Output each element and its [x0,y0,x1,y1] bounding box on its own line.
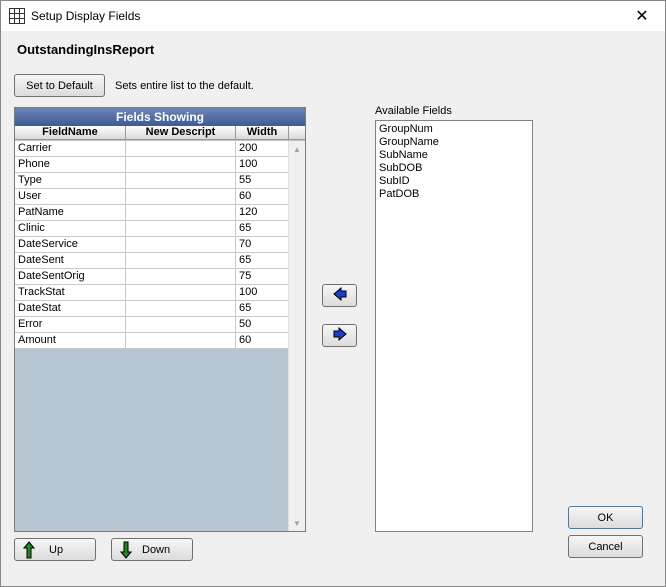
table-row[interactable]: DateStat 65 [15,301,289,317]
list-item[interactable]: GroupName [379,136,529,149]
window-title: Setup Display Fields [31,9,141,23]
cell-width[interactable]: 100 [236,285,289,300]
setup-display-fields-window: Setup Display Fields ✕ OutstandingInsRep… [0,0,666,587]
list-item[interactable]: SubDOB [379,162,529,175]
cell-new-descript[interactable] [126,173,236,188]
cell-width[interactable]: 70 [236,237,289,252]
scroll-down-arrow-icon[interactable]: ▼ [289,515,305,531]
cell-fieldname[interactable]: DateService [15,237,126,252]
set-to-default-description: Sets entire list to the default. [115,80,254,92]
table-row[interactable]: Type 55 [15,173,289,189]
available-fields-label: Available Fields [375,105,452,117]
cell-new-descript[interactable] [126,333,236,348]
cell-fieldname[interactable]: DateSent [15,253,126,268]
table-row[interactable]: User 60 [15,189,289,205]
ok-button[interactable]: OK [568,506,643,529]
column-header-width[interactable]: Width [236,126,289,139]
table-row[interactable]: Carrier 200 [15,141,289,157]
table-row[interactable]: Clinic 65 [15,221,289,237]
cell-fieldname[interactable]: Phone [15,157,126,172]
move-left-button[interactable] [322,284,357,307]
table-row[interactable]: Amount 60 [15,333,289,349]
title-bar: Setup Display Fields ✕ [1,1,665,31]
down-label: Down [142,543,171,556]
cell-width[interactable]: 200 [236,141,289,156]
cancel-button[interactable]: Cancel [568,535,643,558]
available-fields-list[interactable]: GroupNum GroupName SubName SubDOB SubID … [375,120,533,532]
list-item[interactable]: SubName [379,149,529,162]
scroll-up-arrow-icon[interactable]: ▲ [289,141,305,157]
cell-new-descript[interactable] [126,253,236,268]
cell-width[interactable]: 50 [236,317,289,332]
table-row[interactable]: TrackStat 100 [15,285,289,301]
cell-width[interactable]: 100 [236,157,289,172]
grid-rows: Carrier 200 Phone 100 Type 55 User 60 PatNam… [15,141,289,349]
cell-width[interactable]: 65 [236,253,289,268]
table-row[interactable]: DateSentOrig 75 [15,269,289,285]
list-item[interactable]: SubID [379,175,529,188]
grid-title: Fields Showing [15,108,305,126]
list-item[interactable]: PatDOB [379,188,529,201]
cell-new-descript[interactable] [126,301,236,316]
cell-fieldname[interactable]: Clinic [15,221,126,236]
cell-fieldname[interactable]: Error [15,317,126,332]
up-arrow-icon [23,540,35,559]
cell-fieldname[interactable]: Amount [15,333,126,348]
cell-fieldname[interactable]: DateSentOrig [15,269,126,284]
left-arrow-icon [332,286,347,304]
move-up-button[interactable]: Up [14,538,96,561]
cell-width[interactable]: 60 [236,189,289,204]
cell-new-descript[interactable] [126,317,236,332]
cell-new-descript[interactable] [126,189,236,204]
cell-width[interactable]: 60 [236,333,289,348]
cell-fieldname[interactable]: Type [15,173,126,188]
cell-width[interactable]: 65 [236,301,289,316]
cell-new-descript[interactable] [126,269,236,284]
down-arrow-icon [120,541,132,559]
cell-fieldname[interactable]: Carrier [15,141,126,156]
move-right-button[interactable] [322,324,357,347]
cell-new-descript[interactable] [126,285,236,300]
column-header-fieldname[interactable]: FieldName [15,126,126,139]
cell-new-descript[interactable] [126,205,236,220]
cell-new-descript[interactable] [126,237,236,252]
fields-showing-grid[interactable]: Fields Showing FieldName New Descript Wi… [14,107,306,532]
right-arrow-icon [333,326,347,344]
move-down-button[interactable]: Down [111,538,193,561]
table-row[interactable]: Phone 100 [15,157,289,173]
grid-vertical-scrollbar[interactable]: ▲ ▼ [288,141,305,531]
column-header-new-descript[interactable]: New Descript [126,126,236,139]
cell-width[interactable]: 65 [236,221,289,236]
cell-new-descript[interactable] [126,141,236,156]
cell-fieldname[interactable]: PatName [15,205,126,220]
report-name: OutstandingInsReport [17,42,155,57]
table-row[interactable]: DateSent 65 [15,253,289,269]
up-label: Up [49,543,64,556]
list-item[interactable]: GroupNum [379,123,529,136]
cell-width[interactable]: 120 [236,205,289,220]
cell-width[interactable]: 75 [236,269,289,284]
set-to-default-button[interactable]: Set to Default [14,74,105,97]
close-icon: ✕ [635,8,649,25]
table-row[interactable]: DateService 70 [15,237,289,253]
cell-fieldname[interactable]: TrackStat [15,285,126,300]
grid-icon [9,8,25,24]
table-row[interactable]: PatName 120 [15,205,289,221]
table-row[interactable]: Error 50 [15,317,289,333]
cell-new-descript[interactable] [126,221,236,236]
cell-new-descript[interactable] [126,157,236,172]
close-button[interactable]: ✕ [619,1,665,31]
cell-fieldname[interactable]: User [15,189,126,204]
grid-header: FieldName New Descript Width [15,126,305,140]
cell-fieldname[interactable]: DateStat [15,301,126,316]
cell-width[interactable]: 55 [236,173,289,188]
